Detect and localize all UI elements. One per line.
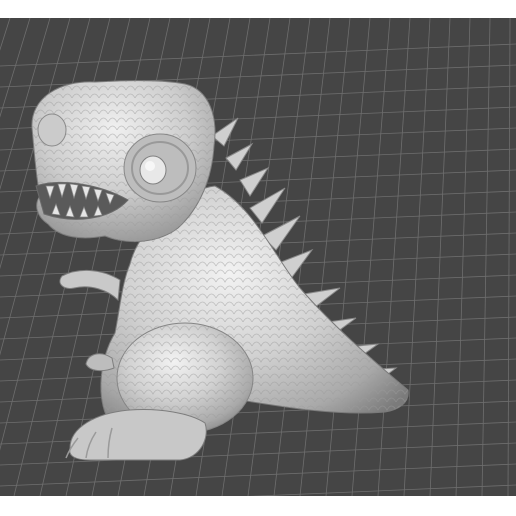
grid-line (325, 18, 371, 496)
grid-line (0, 43, 516, 67)
viewport-scene[interactable] (0, 18, 516, 496)
grid-line (481, 18, 491, 496)
grid-line (0, 18, 51, 191)
grid-line (0, 463, 516, 487)
grid-line (507, 18, 511, 496)
dinosaur-model[interactable] (31, 80, 409, 461)
grid-line (351, 18, 391, 496)
grid-line (0, 18, 31, 118)
3d-viewport[interactable] (0, 18, 516, 496)
app-frame (0, 0, 516, 516)
grid-line (377, 18, 411, 496)
grid-line (403, 18, 431, 496)
grid-line (248, 484, 516, 496)
grid-line (299, 18, 351, 496)
